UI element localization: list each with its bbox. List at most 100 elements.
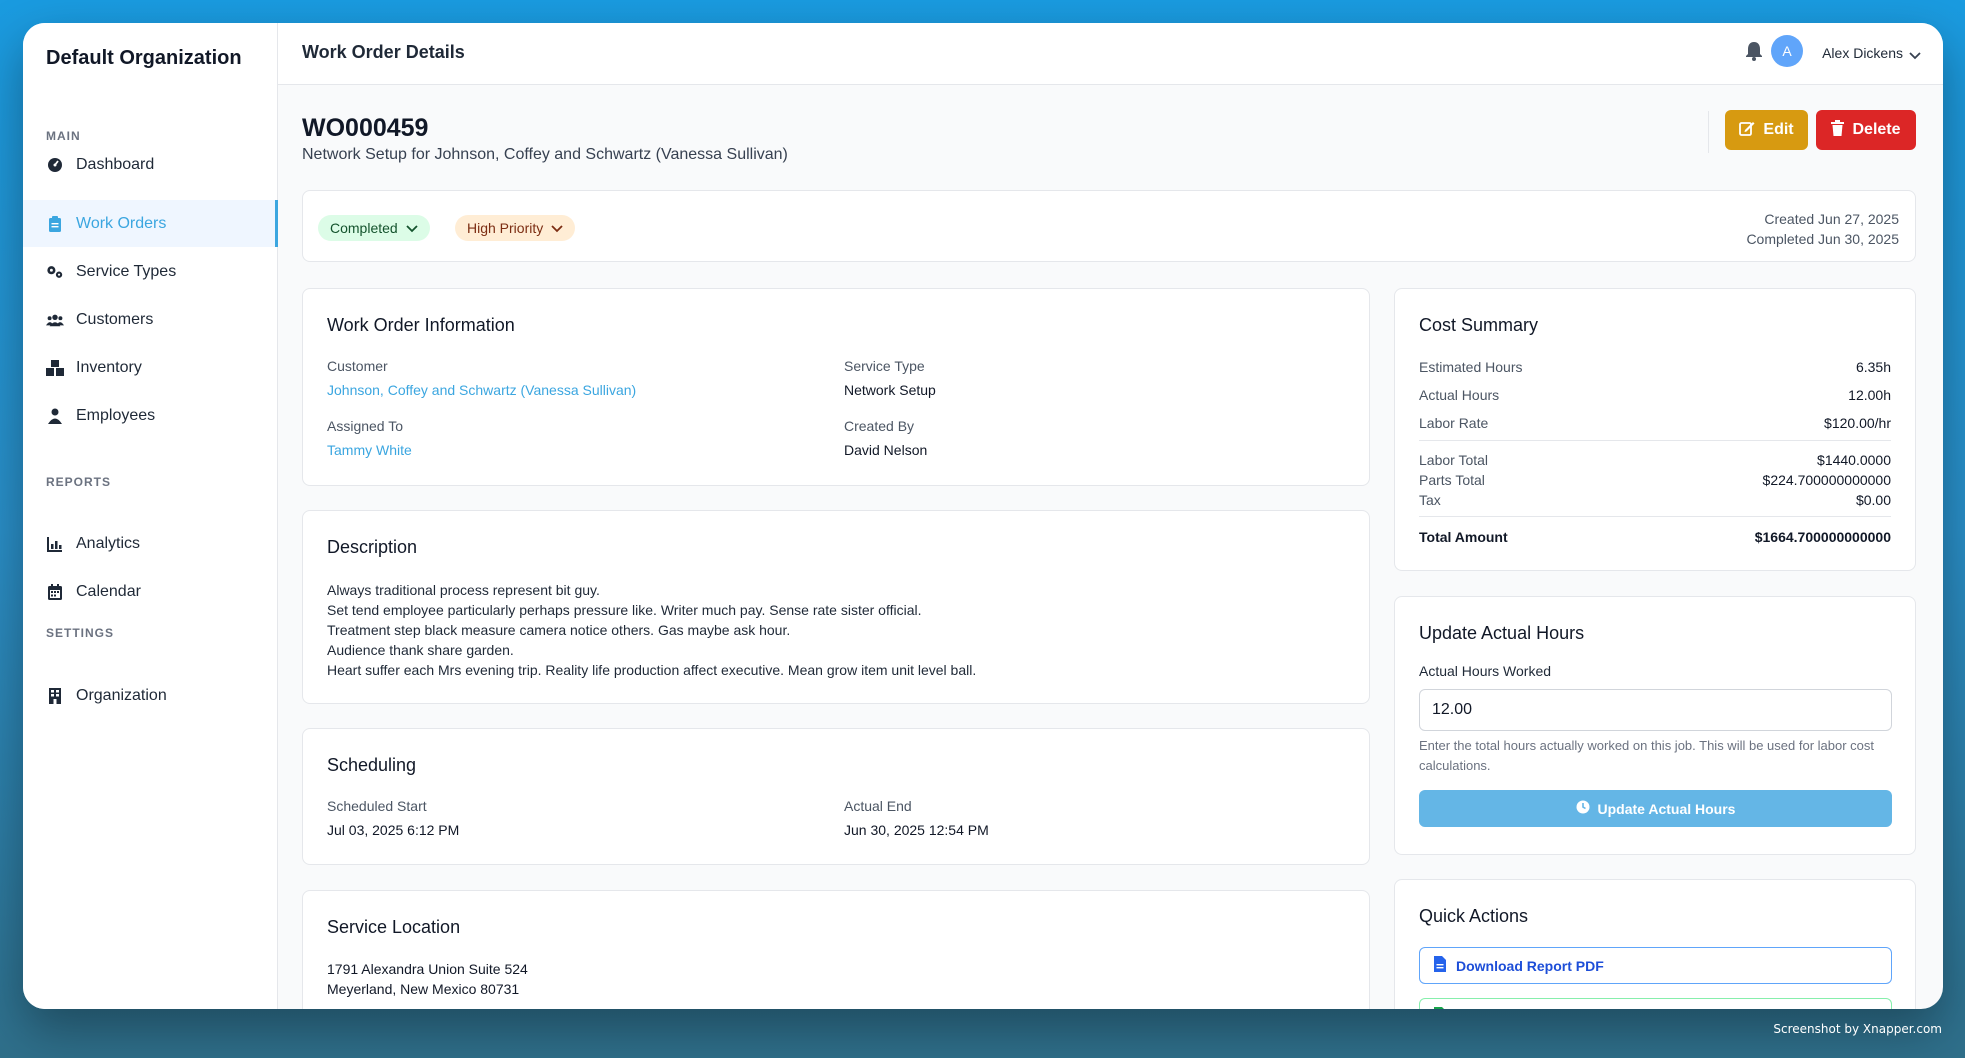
description-line: Heart suffer each Mrs evening trip. Real… <box>327 662 977 678</box>
download-report-pdf-button[interactable]: Download Report PDF <box>1419 947 1892 984</box>
created-by-value: David Nelson <box>844 442 928 458</box>
description-text: Always traditional process represent bit… <box>327 580 976 680</box>
sidebar-item-label: Work Orders <box>76 214 167 232</box>
work-order-info-card: Work Order Information Customer Johnson,… <box>302 288 1370 486</box>
edit-icon <box>1739 120 1755 141</box>
main-content: Work Order Details A Alex Dickens WO0004… <box>278 23 1943 1009</box>
actual-end-value: Jun 30, 2025 12:54 PM <box>844 822 989 838</box>
sidebar-item-label: Calendar <box>76 582 141 600</box>
update-actual-hours-button[interactable]: Update Actual Hours <box>1419 790 1892 827</box>
divider <box>1708 111 1709 153</box>
completed-date: Completed Jun 30, 2025 <box>1746 231 1899 247</box>
scheduled-start-label: Scheduled Start <box>327 798 427 814</box>
description-line: Audience thank share garden. <box>327 642 514 658</box>
pdf-file-icon <box>1434 956 1446 975</box>
card-title: Quick Actions <box>1419 906 1529 926</box>
priority-label: High Priority <box>467 220 544 236</box>
description-card: Description Always traditional process r… <box>302 510 1370 704</box>
avatar[interactable]: A <box>1771 35 1803 67</box>
sidebar-item-work-orders[interactable]: Work Orders <box>23 200 278 247</box>
sidebar-item-inventory[interactable]: Inventory <box>23 344 278 391</box>
delete-button[interactable]: Delete <box>1816 110 1916 150</box>
divider <box>1419 440 1891 441</box>
sidebar-item-analytics[interactable]: Analytics <box>23 520 278 567</box>
cost-row-parts-total: Parts Total $224.700000000000 <box>1419 472 1891 488</box>
card-title: Scheduling <box>327 755 417 775</box>
org-name: Default Organization <box>46 47 242 69</box>
user-icon <box>46 407 64 425</box>
dashboard-icon <box>46 156 64 174</box>
cost-row-labor-total: Labor Total $1440.0000 <box>1419 452 1891 468</box>
status-card: Completed High Priority Created Jun 27, … <box>302 190 1916 262</box>
bell-icon[interactable] <box>1745 41 1763 66</box>
topbar: Work Order Details A Alex Dickens <box>278 23 1943 85</box>
description-line: Always traditional process represent bit… <box>327 582 600 598</box>
user-name[interactable]: Alex Dickens <box>1822 45 1903 61</box>
service-location-card: Service Location 1791 Alexandra Union Su… <box>302 890 1370 1009</box>
chevron-down-icon[interactable] <box>1909 47 1921 65</box>
sidebar: Default Organization MAIN Dashboard Work… <box>23 23 278 1009</box>
sidebar-item-employees[interactable]: Employees <box>23 392 278 439</box>
watermark: Screenshot by Xnapper.com <box>1773 1022 1942 1036</box>
sidebar-item-label: Organization <box>76 686 167 704</box>
chevron-down-icon <box>551 220 563 236</box>
divider <box>1419 516 1891 517</box>
card-title: Work Order Information <box>327 315 515 335</box>
created-by-label: Created By <box>844 418 915 434</box>
assigned-to-label: Assigned To <box>327 418 404 434</box>
update-button-label: Update Actual Hours <box>1597 800 1736 817</box>
sidebar-item-service-types[interactable]: Service Types <box>23 248 278 295</box>
service-type-label: Service Type <box>844 358 925 374</box>
actual-hours-input[interactable] <box>1419 689 1892 731</box>
card-title: Update Actual Hours <box>1419 623 1585 643</box>
clock-icon <box>1576 800 1590 817</box>
page-title: Work Order Details <box>302 42 465 62</box>
boxes-icon <box>46 359 64 377</box>
assigned-to-link[interactable]: Tammy White <box>327 442 412 458</box>
edit-button[interactable]: Edit <box>1725 110 1808 150</box>
scheduling-card: Scheduling Scheduled Start Jul 03, 2025 … <box>302 728 1370 865</box>
cost-row-labor-rate: Labor Rate $120.00/hr <box>1419 415 1891 431</box>
sidebar-item-organization[interactable]: Organization <box>23 672 278 719</box>
cost-row-tax: Tax $0.00 <box>1419 492 1891 508</box>
status-dropdown[interactable]: Completed <box>318 215 430 241</box>
building-icon <box>46 687 64 705</box>
file-icon <box>1434 1007 1446 1009</box>
scheduled-start-value: Jul 03, 2025 6:12 PM <box>327 822 460 838</box>
sidebar-item-dashboard[interactable]: Dashboard <box>23 141 278 188</box>
clipboard-icon <box>46 215 64 233</box>
quick-action-button[interactable] <box>1419 998 1892 1009</box>
sidebar-item-customers[interactable]: Customers <box>23 296 278 343</box>
sidebar-item-label: Inventory <box>76 358 142 376</box>
cost-row-estimated-hours: Estimated Hours 6.35h <box>1419 359 1891 375</box>
card-title: Service Location <box>327 917 461 937</box>
priority-dropdown[interactable]: High Priority <box>455 215 576 241</box>
sidebar-item-calendar[interactable]: Calendar <box>23 568 278 615</box>
sidebar-item-label: Service Types <box>76 262 177 280</box>
section-label-reports: REPORTS <box>46 475 112 489</box>
customer-link[interactable]: Johnson, Coffey and Schwartz (Vanessa Su… <box>327 382 636 398</box>
service-type-value: Network Setup <box>844 382 936 398</box>
sidebar-item-label: Dashboard <box>76 155 155 173</box>
address-line-1: 1791 Alexandra Union Suite 524 <box>327 961 528 977</box>
update-hours-card: Update Actual Hours Actual Hours Worked … <box>1394 596 1916 855</box>
trash-icon <box>1831 119 1845 141</box>
work-order-subtitle: Network Setup for Johnson, Coffey and Sc… <box>302 146 788 163</box>
chart-icon <box>46 535 64 553</box>
users-icon <box>46 311 64 329</box>
hours-label: Actual Hours Worked <box>1419 663 1552 679</box>
download-report-label: Download Report PDF <box>1456 957 1604 974</box>
gears-icon <box>46 263 64 281</box>
sidebar-item-label: Customers <box>76 310 154 328</box>
cost-summary-card: Cost Summary Estimated Hours 6.35h Actual… <box>1394 288 1916 571</box>
chevron-down-icon <box>406 220 418 236</box>
work-order-id: WO000459 <box>302 114 429 142</box>
description-line: Set tend employee particularly perhaps p… <box>327 602 922 618</box>
section-label-settings: SETTINGS <box>46 626 115 640</box>
delete-label: Delete <box>1852 121 1901 138</box>
sidebar-item-label: Analytics <box>76 534 141 552</box>
actual-end-label: Actual End <box>844 798 912 814</box>
description-line: Treatment step black measure camera noti… <box>327 622 791 638</box>
customer-label: Customer <box>327 358 388 374</box>
hours-help-text: Enter the total hours actually worked on… <box>1419 738 1874 773</box>
